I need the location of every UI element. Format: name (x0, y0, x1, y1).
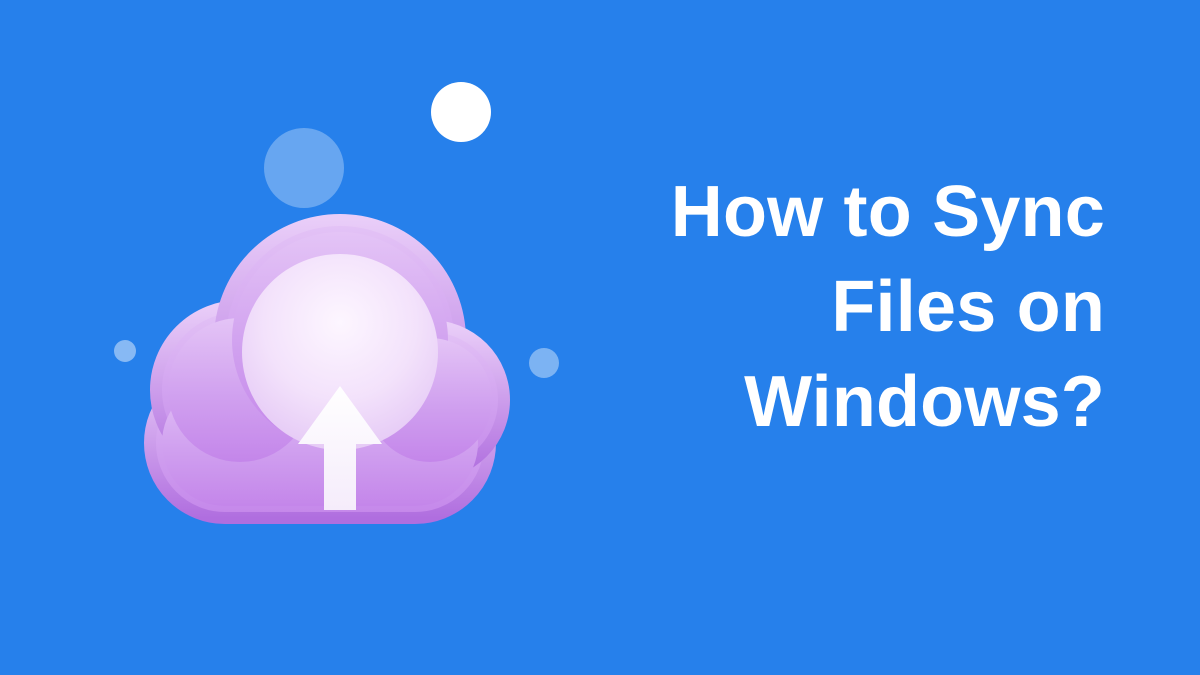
decorative-dot-white (431, 82, 491, 142)
decorative-dot-small-right (529, 348, 559, 378)
decorative-dot-large (264, 128, 344, 208)
banner-title: How to Sync Files on Windows? (565, 165, 1105, 450)
cloud-upload-icon (130, 200, 510, 530)
banner-canvas: How to Sync Files on Windows? (0, 0, 1200, 675)
